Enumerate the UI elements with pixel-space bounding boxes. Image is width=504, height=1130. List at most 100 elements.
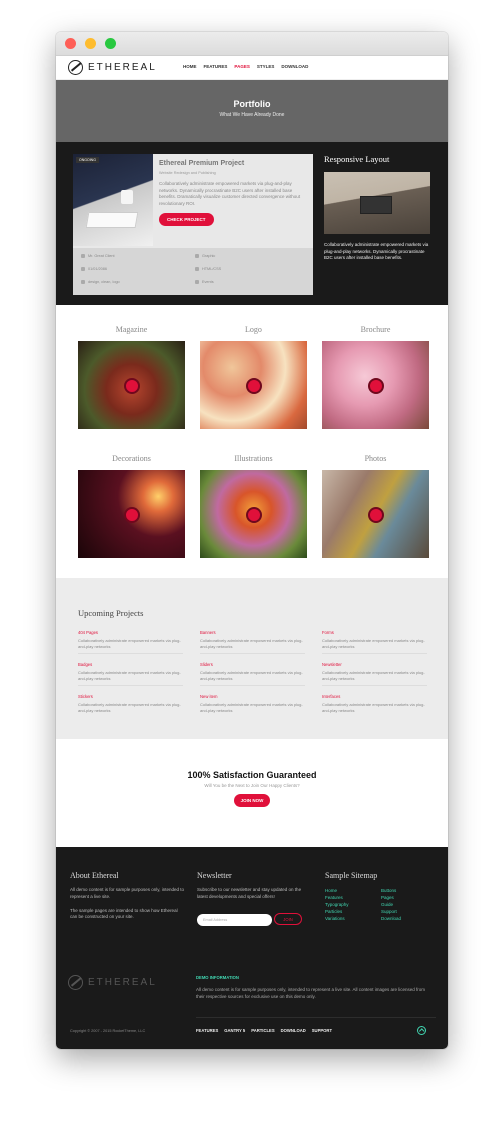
sitemap-link-pages[interactable]: Pages [381,895,421,900]
sitemap-link-particles[interactable]: Particles [325,909,381,914]
nav-menu: HOME FEATURES PAGES STYLES DOWNLOAD [183,64,308,69]
upcoming-item-link[interactable]: Forms [322,630,427,635]
portfolio-item-title: Brochure [360,325,391,334]
meta-type-1: Graphic [195,254,215,258]
page-title: Portfolio [233,99,271,109]
meta-type-2: HTML/CSS [195,267,221,271]
portfolio-item-decorations[interactable]: Decorations [78,454,185,558]
sitemap-link-buttons[interactable]: Buttons [381,888,421,893]
meta-tags: design, clean, logo [81,280,120,284]
portfolio-item-image[interactable] [78,470,185,558]
nav-item-features[interactable]: FEATURES [204,64,228,69]
portfolio-item-image[interactable] [322,470,429,558]
upcoming-item-desc: Collaboratively administrate empowered m… [200,638,303,649]
divider [200,652,305,654]
checkbox-icon [195,267,199,271]
zoom-icon[interactable] [246,507,262,523]
upcoming-item-link[interactable]: 404 Pages [78,630,183,635]
upcoming-item: Stickers Collaboratively administrate emp… [78,694,183,714]
footer-logo-text: ETHEREAL [88,977,157,988]
featured-project-image[interactable]: ONGOING [73,154,153,246]
upcoming-item-link[interactable]: Sliders [200,662,305,667]
upcoming-projects-section: Upcoming Projects 404 Pages Collaborative… [56,578,448,739]
upcoming-item-desc: Collaboratively administrate empowered m… [78,670,181,681]
upcoming-item: Interfaces Collaboratively administrate e… [322,694,427,714]
featured-project-title[interactable]: Ethereal Premium Project [159,160,309,167]
join-button[interactable]: JOIN [274,912,302,925]
maximize-window-button[interactable] [105,38,116,49]
sitemap-links: Home Buttons Features Pages Typography G… [325,888,435,921]
demo-information: DEMO INFORMATION All demo content is for… [196,975,426,1001]
satisfaction-section: 100% Satisfaction Guaranteed Will You be… [56,739,448,847]
site-logo[interactable]: ETHEREAL [68,60,157,75]
user-icon [81,254,85,258]
portfolio-item-image[interactable] [200,470,307,558]
portfolio-item-image[interactable] [78,341,185,429]
upcoming-item-link[interactable]: Newsletter [322,662,427,667]
sitemap-link-support[interactable]: Support [381,909,421,914]
portfolio-item-image[interactable] [322,341,429,429]
close-window-button[interactable] [65,38,76,49]
zoom-icon[interactable] [368,507,384,523]
upcoming-item: Badges Collaboratively administrate empow… [78,662,183,686]
footer-about-text-2: The sample pages are intended to show ho… [70,907,178,920]
zoom-icon[interactable] [246,378,262,394]
footer-link-particles[interactable]: PARTICLES [251,1028,274,1033]
upcoming-item-link[interactable]: Interfaces [322,694,427,699]
zoom-icon[interactable] [368,378,384,394]
responsive-layout-title: Responsive Layout [324,154,390,164]
footer-link-gantry[interactable]: GANTRY 5 [224,1028,245,1033]
sitemap-link-guide[interactable]: Guide [381,902,421,907]
join-now-button[interactable]: JOIN NOW [233,794,271,807]
satisfaction-title: 100% Satisfaction Guaranteed [187,770,317,780]
portfolio-item-magazine[interactable]: Magazine [78,325,185,429]
sitemap-link-features[interactable]: Features [325,895,381,900]
divider [322,684,427,686]
upcoming-item-link[interactable]: Badges [78,662,183,667]
portfolio-item-title: Magazine [115,325,148,334]
sitemap-link-home[interactable]: Home [325,888,381,893]
footer-newsletter-text: Subscribe to our newsletter and stay upd… [197,887,302,899]
nav-item-home[interactable]: HOME [183,64,197,69]
upcoming-item-link[interactable]: New item [200,694,305,699]
featured-project-card: ONGOING Ethereal Premium Project Website… [73,154,313,295]
divider [78,652,183,654]
portfolio-item-logo[interactable]: Logo [200,325,307,429]
upcoming-item: Forms Collaboratively administrate empowe… [322,630,427,654]
portfolio-item-photos[interactable]: Photos [322,454,429,558]
meta-date: 01/01/2086 [81,267,107,271]
site-footer: About Ethereal All demo content is for s… [56,847,448,1049]
upcoming-item-link[interactable]: Banners [200,630,305,635]
footer-link-features[interactable]: FEATURES [196,1028,218,1033]
sitemap-link-variations[interactable]: Variations [325,916,381,921]
minimize-window-button[interactable] [85,38,96,49]
back-to-top-icon[interactable] [417,1026,426,1035]
footer-links: FEATURES GANTRY 5 PARTICLES DOWNLOAD SUP… [196,1028,332,1033]
demo-information-text: All demo content is for sample purposes … [196,987,426,999]
zoom-icon[interactable] [124,507,140,523]
nav-item-download[interactable]: DOWNLOAD [281,64,308,69]
footer-link-support[interactable]: SUPPORT [312,1028,332,1033]
email-input[interactable]: Email Address [197,913,272,926]
portfolio-item-illustrations[interactable]: Illustrations [200,454,307,558]
portfolio-item-title: Illustrations [234,454,273,463]
upcoming-item-desc: Collaboratively administrate empowered m… [322,702,425,713]
featured-section: ONGOING Ethereal Premium Project Website… [56,142,448,305]
portfolio-item-brochure[interactable]: Brochure [322,325,429,429]
checkbox-icon [195,280,199,284]
nav-item-styles[interactable]: STYLES [257,64,275,69]
footer-sitemap-title: Sample Sitemap [325,871,378,880]
main-navigation: ETHEREAL HOME FEATURES PAGES STYLES DOWN… [56,56,448,80]
nav-item-pages[interactable]: PAGES [234,64,249,69]
footer-logo[interactable]: ETHEREAL [68,975,157,990]
sitemap-link-typography[interactable]: Typography [325,902,381,907]
zoom-icon[interactable] [124,378,140,394]
check-project-button[interactable]: CHECK PROJECT [159,213,214,227]
copyright-text: Copyright © 2007 - 2015 RocketTheme, LLC [70,1029,146,1033]
footer-link-download[interactable]: DOWNLOAD [281,1028,306,1033]
footer-about-title: About Ethereal [70,871,119,880]
responsive-layout-panel: Responsive Layout Collaboratively admini… [324,154,434,262]
upcoming-item-link[interactable]: Stickers [78,694,183,699]
sitemap-link-download[interactable]: Download [381,916,421,921]
portfolio-item-image[interactable] [200,341,307,429]
